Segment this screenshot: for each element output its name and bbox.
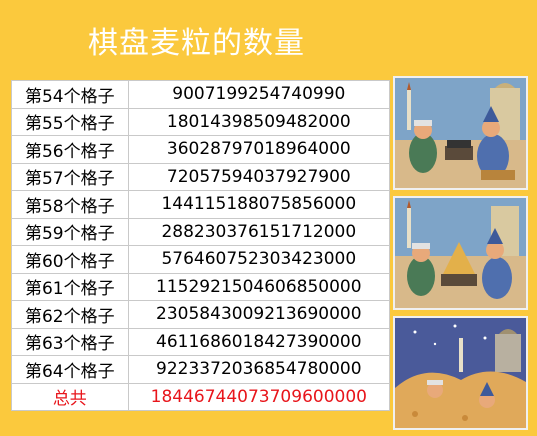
king-sage-chess-illustration	[393, 76, 528, 190]
table-row: 第58个格子 144115188075856000	[11, 190, 391, 219]
square-label: 第55个格子	[11, 107, 129, 136]
grain-count: 576460752303423000	[127, 245, 391, 274]
grain-count: 4611686018427390000	[127, 327, 391, 356]
table-row: 第60个格子 576460752303423000	[11, 245, 391, 274]
square-label: 第63个格子	[11, 327, 129, 356]
square-label: 第57个格子	[11, 162, 129, 191]
square-label: 第60个格子	[11, 245, 129, 274]
grain-count: 2305843009213690000	[127, 300, 391, 329]
total-value: 18446744073709600000	[127, 382, 391, 411]
grain-count: 1152921504606850000	[127, 272, 391, 301]
table-row: 第59个格子 288230376151712000	[11, 217, 391, 246]
table-row: 第55个格子 18014398509482000	[11, 107, 391, 136]
table-row: 第56个格子 36028797018964000	[11, 135, 391, 164]
total-label: 总共	[11, 382, 129, 411]
square-label: 第58个格子	[11, 190, 129, 219]
grain-count: 288230376151712000	[127, 217, 391, 246]
grain-count: 36028797018964000	[127, 135, 391, 164]
table-row: 第64个格子 9223372036854780000	[11, 355, 391, 384]
wheat-pile-illustration	[393, 196, 528, 310]
square-label: 第62个格子	[11, 300, 129, 329]
grain-count: 72057594037927900	[127, 162, 391, 191]
buried-in-wheat-illustration	[393, 316, 528, 430]
page-title: 棋盘麦粒的数量	[88, 26, 305, 61]
square-label: 第56个格子	[11, 135, 129, 164]
table-row: 第62个格子 2305843009213690000	[11, 300, 391, 329]
table-row: 第61个格子 1152921504606850000	[11, 272, 391, 301]
table-row: 第63个格子 4611686018427390000	[11, 327, 391, 356]
illustration-column	[393, 76, 528, 436]
table-row: 第54个格子 9007199254740990	[11, 80, 391, 109]
table-row: 第57个格子 72057594037927900	[11, 162, 391, 191]
grain-count: 9223372036854780000	[127, 355, 391, 384]
square-label: 第54个格子	[11, 80, 129, 109]
square-label: 第64个格子	[11, 355, 129, 384]
wheat-count-table: 第54个格子 9007199254740990 第55个格子 180143985094…	[11, 80, 391, 411]
grain-count: 9007199254740990	[127, 80, 391, 109]
grain-count: 18014398509482000	[127, 107, 391, 136]
square-label: 第59个格子	[11, 217, 129, 246]
total-row: 总共 18446744073709600000	[11, 382, 391, 411]
square-label: 第61个格子	[11, 272, 129, 301]
grain-count: 144115188075856000	[127, 190, 391, 219]
